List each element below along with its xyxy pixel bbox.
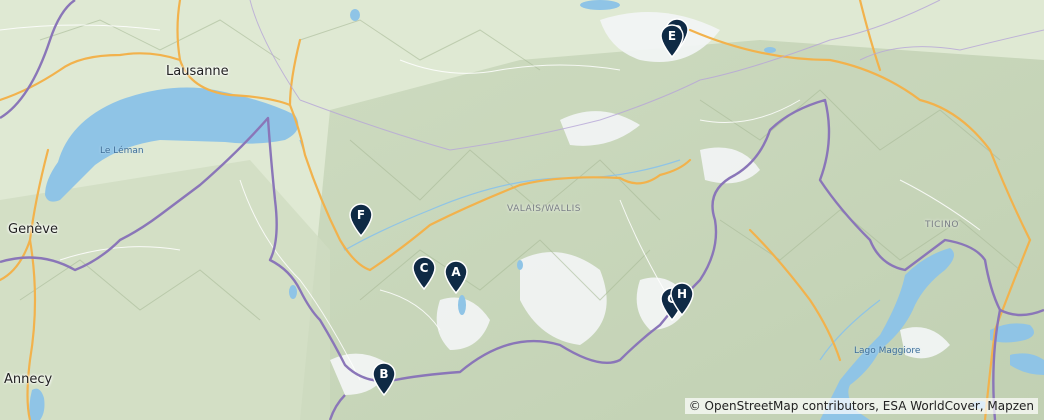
region-label-ticino: TICINO	[925, 220, 959, 230]
marker-label: C	[419, 261, 429, 275]
marker-label: A	[451, 265, 461, 279]
water-label-leman: Le Léman	[100, 146, 144, 156]
water-label-maggiore: Lago Maggiore	[854, 346, 921, 356]
map-marker-a[interactable]: A	[443, 260, 469, 294]
map-canvas[interactable]: Lausanne Genève Annecy Le Léman VALAIS/W…	[0, 0, 1044, 420]
place-label-lausanne: Lausanne	[166, 64, 229, 79]
map-marker-h[interactable]: H	[669, 282, 695, 316]
place-label-annecy: Annecy	[4, 372, 53, 387]
map-attribution[interactable]: © OpenStreetMap contributors, ESA WorldC…	[684, 398, 1038, 414]
marker-label: F	[356, 208, 366, 222]
marker-label: E	[667, 29, 677, 43]
marker-label: H	[676, 287, 688, 301]
map-marker-f[interactable]: F	[348, 203, 374, 237]
marker-label: B	[379, 367, 389, 381]
map-marker-e[interactable]: E	[659, 24, 685, 58]
map-marker-c[interactable]: C	[411, 256, 437, 290]
region-label-valais: VALAIS/WALLIS	[507, 204, 581, 214]
map-marker-b[interactable]: B	[371, 362, 397, 396]
place-label-geneve: Genève	[8, 222, 59, 237]
